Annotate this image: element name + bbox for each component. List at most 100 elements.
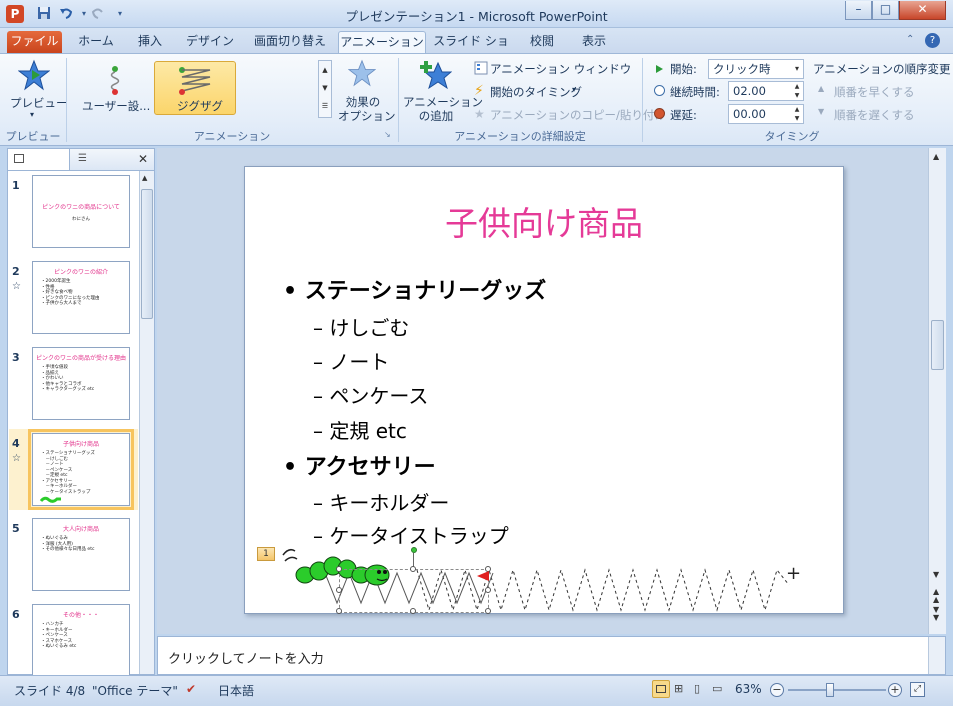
close-pane-icon[interactable]: ✕ — [138, 152, 148, 166]
animation-dialog-launcher-icon[interactable]: ↘ — [384, 130, 391, 139]
zoom-level[interactable]: 63% — [735, 682, 762, 696]
next-slide-icon[interactable]: ▼ ▼ — [933, 606, 939, 622]
zoom-slider[interactable] — [788, 689, 886, 691]
slide-scroll-up-icon[interactable]: ▲ — [933, 152, 939, 161]
animation-zigzag[interactable]: ジグザグ — [154, 61, 236, 115]
tab-file[interactable]: ファイル — [7, 31, 62, 53]
resize-handle-w[interactable] — [336, 587, 342, 593]
ribbon: プレビュー ▾ プレビュー ユーザー設... ジグザグ ▲ ▼ ☰ 効果の オプ… — [0, 53, 953, 146]
slideshow-view-icon[interactable]: ▭ — [712, 682, 722, 695]
language-indicator[interactable]: 日本語 — [218, 682, 254, 699]
slides-scroll-up-icon[interactable]: ▲ — [142, 174, 147, 182]
crosshair-cursor-icon: + — [786, 563, 802, 584]
move-earlier-button[interactable]: 順番を早くする — [834, 84, 915, 100]
resize-handle-s[interactable] — [410, 608, 416, 614]
slides-scroll-thumb[interactable] — [141, 189, 153, 319]
slide-thumbnail[interactable]: ピンクのワニの商品が受ける理由 ・手頃な値段 ・品揃え ・かわいい ・他キャラとコラボ・… — [32, 347, 130, 420]
reading-view-icon[interactable]: ▯ — [694, 682, 700, 695]
preview-button[interactable]: プレビュー — [10, 95, 68, 111]
preview-dropdown-icon[interactable]: ▾ — [30, 110, 34, 119]
start-select[interactable]: クリック時 ▾ — [708, 59, 804, 79]
add-animation-icon[interactable] — [418, 59, 453, 94]
gallery-down-icon[interactable]: ▼ — [319, 79, 331, 97]
duration-input[interactable]: 02.00 ▲ ▼ — [728, 81, 804, 101]
start-label: 開始: — [670, 62, 697, 76]
animation-pane-button[interactable]: アニメーション ウィンドウ — [490, 61, 631, 77]
resize-handle-n[interactable] — [410, 566, 416, 572]
notes-pane[interactable]: クリックしてノートを入力 — [157, 636, 946, 675]
slide-thumbnail-number: 4 — [12, 437, 20, 450]
animation-painter-button[interactable]: アニメーションのコピー/貼り付け — [490, 107, 666, 123]
notes-scrollbar[interactable] — [928, 637, 945, 674]
rotation-handle[interactable] — [411, 547, 417, 553]
resize-handle-nw[interactable] — [336, 566, 342, 572]
slide-scrollbar[interactable]: ▲ ▼ ▲ ▲ ▼ ▼ — [928, 148, 946, 634]
tab-insert[interactable]: 挿入 — [128, 31, 172, 53]
animation-pane-icon[interactable] — [474, 61, 488, 78]
close-button[interactable]: ✕ — [899, 1, 946, 20]
start-dropdown-icon[interactable]: ▾ — [791, 60, 803, 78]
spell-check-icon[interactable]: ✔ — [186, 682, 196, 696]
help-icon[interactable]: ? — [925, 33, 940, 48]
animation-custom-path[interactable]: ユーザー設... — [76, 61, 152, 115]
delay-spinner-icon[interactable]: ▲ ▼ — [791, 105, 803, 123]
motion-path-selection — [339, 569, 489, 613]
notes-placeholder[interactable]: クリックしてノートを入力 — [168, 648, 324, 667]
gallery-up-icon[interactable]: ▲ — [319, 61, 331, 79]
tab-slideshow[interactable]: スライド ショー — [428, 31, 514, 68]
maximize-button[interactable]: □ — [872, 1, 899, 20]
slide-thumbnail-number: 5 — [12, 522, 20, 535]
animation-gallery-scroll[interactable]: ▲ ▼ ☰ — [318, 60, 332, 118]
tab-home[interactable]: ホーム — [66, 31, 126, 53]
tab-design[interactable]: デザイン — [176, 31, 244, 53]
animation-star-icon[interactable]: ☆ — [12, 281, 21, 292]
slide-thumbnail[interactable]: 子供向け商品 ・ステーショナリーグッズ －けしごむ －ノート －ペンケース －定規… — [28, 429, 134, 510]
add-animation-button[interactable]: アニメーション の追加 — [403, 95, 483, 123]
trigger-dropdown-icon[interactable]: ▾ — [572, 85, 576, 94]
theme-name[interactable]: "Office テーマ" — [92, 682, 178, 699]
fit-to-window-icon[interactable]: ⤢ — [910, 682, 925, 697]
minimize-button[interactable]: – — [845, 1, 872, 20]
animation-star-icon[interactable]: ☆ — [12, 453, 21, 464]
resize-handle-sw[interactable] — [336, 608, 342, 614]
animation-group-label: アニメーション — [193, 130, 271, 143]
slide-thumbnail-number: 3 — [12, 351, 20, 364]
delay-input[interactable]: 00.00 ▲ ▼ — [728, 104, 804, 124]
slide-thumbnail[interactable]: ピンクのワニの紹介 ・2000年誕生 ・性格 ・好きな食べ物 ・ピンクのワニになった理由… — [32, 261, 130, 334]
trigger-button[interactable]: 開始のタイミング — [490, 84, 582, 100]
normal-view-button[interactable] — [652, 680, 670, 698]
slide-scroll-down-icon[interactable]: ▼ — [933, 570, 939, 579]
tab-view[interactable]: 表示 — [570, 31, 618, 53]
minimize-ribbon-icon[interactable]: ⌃ — [906, 34, 914, 45]
zoom-slider-thumb[interactable] — [826, 683, 835, 697]
slide-scroll-thumb[interactable] — [931, 320, 944, 370]
slide-sorter-icon[interactable]: ⊞ — [674, 682, 683, 695]
thumbnail-title: ピンクのワニの紹介 — [53, 269, 108, 276]
tab-transitions[interactable]: 画面切り替え — [246, 31, 334, 53]
preview-star-icon[interactable] — [17, 59, 51, 94]
tab-review[interactable]: 校閲 — [518, 31, 566, 53]
resize-handle-se[interactable] — [485, 608, 491, 614]
gallery-more-icon[interactable]: ☰ — [319, 97, 331, 115]
zoom-out-button[interactable]: − — [770, 683, 784, 697]
outline-tab-icon[interactable]: ☰ — [78, 153, 87, 164]
resize-handle-e[interactable] — [485, 587, 491, 593]
slide-thumbnail[interactable]: 大人向け商品 ・ぬいぐるみ ・洋服 (大人用) ・その他様々な日用品 etc — [32, 518, 130, 591]
slide-thumbnail[interactable]: その他・・・ ・ハンカチ ・キーホルダー ・ペンケース ・スマホケース ・ぬいぐるみ et… — [32, 604, 130, 677]
move-later-button[interactable]: 順番を遅くする — [834, 107, 915, 123]
animation-order-tag[interactable]: 1 — [257, 547, 275, 561]
slides-tab-icon — [14, 154, 24, 163]
clock-icon — [654, 85, 665, 96]
zoom-in-button[interactable]: + — [888, 683, 902, 697]
slide-canvas[interactable]: 子供向け商品 • ステーショナリーグッズ – けしごむ – ノート – ペンケース – … — [244, 166, 844, 614]
previous-slide-icon[interactable]: ▲ ▲ — [933, 588, 939, 604]
duration-spinner-icon[interactable]: ▲ ▼ — [791, 82, 803, 100]
bullet-level2: – けしごむ — [313, 316, 410, 340]
slide-title[interactable]: 子供向け商品 — [245, 197, 843, 245]
tab-slides[interactable] — [8, 149, 70, 170]
effect-options-button[interactable]: 効果の オプション — [338, 95, 396, 123]
slides-scrollbar[interactable]: ▲ — [139, 171, 154, 674]
tab-animations[interactable]: アニメーション — [338, 31, 426, 53]
slide-thumbnail[interactable]: ピンクのワニの商品について わにさん — [32, 175, 130, 248]
effect-options-star-icon[interactable] — [347, 59, 377, 90]
